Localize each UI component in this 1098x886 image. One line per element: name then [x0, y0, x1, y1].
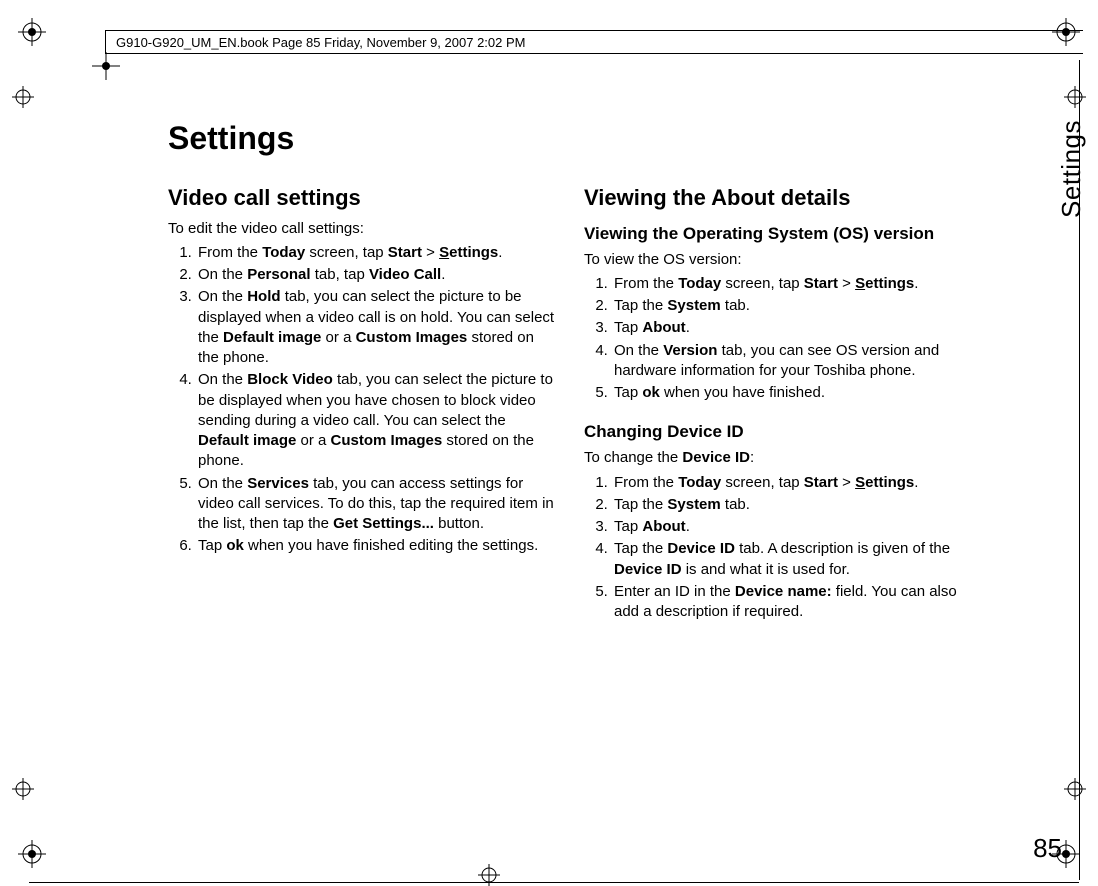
list-item: On the Version tab, you can see OS versi…	[612, 341, 972, 382]
steps-list: From the Today screen, tap Start > Setti…	[168, 243, 556, 557]
list-item: From the Today screen, tap Start > Setti…	[196, 243, 556, 263]
page-content: Settings Video call settings To edit the…	[168, 120, 978, 860]
intro-text: To edit the video call settings:	[168, 219, 556, 239]
side-section-label: Settings	[1056, 120, 1087, 218]
list-item: Tap About.	[612, 517, 972, 537]
left-column: Video call settings To edit the video ca…	[168, 183, 556, 624]
intro-text: To change the Device ID:	[584, 448, 972, 468]
list-item: On the Personal tab, tap Video Call.	[196, 265, 556, 285]
list-item: Enter an ID in the Device name: field. Y…	[612, 582, 972, 623]
right-column: Viewing the About details Viewing the Op…	[584, 183, 972, 624]
page-title: Settings	[168, 120, 978, 157]
reg-mark-small-icon	[1064, 778, 1086, 800]
list-item: Tap ok when you have finished editing th…	[196, 536, 556, 556]
list-item: On the Block Video tab, you can select t…	[196, 370, 556, 471]
reg-mark-small-icon	[92, 52, 120, 80]
heading-video-call-settings: Video call settings	[168, 183, 556, 213]
book-header: G910-G920_UM_EN.book Page 85 Friday, Nov…	[105, 30, 1083, 54]
reg-mark-icon	[18, 840, 46, 868]
intro-text: To view the OS version:	[584, 250, 972, 270]
list-item: Tap About.	[612, 318, 972, 338]
list-item: Tap the System tab.	[612, 495, 972, 515]
trim-line-horizontal	[29, 882, 1079, 883]
reg-mark-small-icon	[12, 86, 34, 108]
steps-list: From the Today screen, tap Start > Setti…	[584, 473, 972, 623]
reg-mark-icon	[18, 18, 46, 46]
list-item: From the Today screen, tap Start > Setti…	[612, 473, 972, 493]
list-item: Tap the System tab.	[612, 296, 972, 316]
page-number: 85	[1033, 833, 1062, 864]
list-item: Tap the Device ID tab. A description is …	[612, 539, 972, 580]
reg-mark-small-icon	[12, 778, 34, 800]
list-item: From the Today screen, tap Start > Setti…	[612, 274, 972, 294]
list-item: On the Services tab, you can access sett…	[196, 474, 556, 535]
heading-os-version: Viewing the Operating System (OS) versio…	[584, 223, 972, 246]
list-item: Tap ok when you have finished.	[612, 383, 972, 403]
list-item: On the Hold tab, you can select the pict…	[196, 287, 556, 368]
heading-device-id: Changing Device ID	[584, 421, 972, 444]
heading-about-details: Viewing the About details	[584, 183, 972, 213]
steps-list: From the Today screen, tap Start > Setti…	[584, 274, 972, 404]
reg-mark-small-icon	[1064, 86, 1086, 108]
